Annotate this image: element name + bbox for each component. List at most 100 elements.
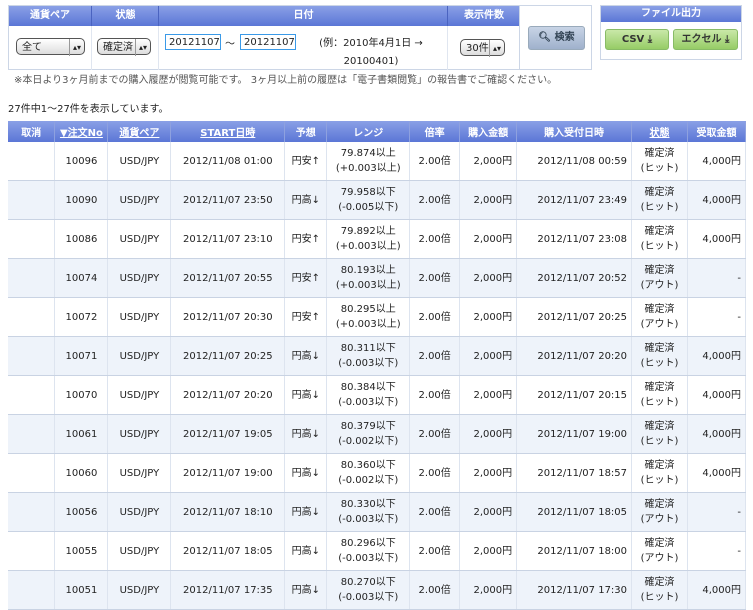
purchase-amount: 2,000円 bbox=[459, 219, 518, 259]
column-header-label: 倍率 bbox=[424, 128, 445, 139]
status-header: 状態 bbox=[91, 6, 159, 26]
start-time: 2012/11/08 01:00 bbox=[170, 142, 286, 181]
filter-panel: 通貨ペア 状態 日付 表示件数 全て ▴▾ 確定済 ▴▾ 20121107 〜 20… bbox=[8, 5, 592, 70]
pair-text: USD/JPY bbox=[119, 545, 160, 557]
date-tilde: 〜 bbox=[225, 39, 235, 50]
payout: 4,000円 bbox=[687, 375, 747, 415]
cancel-cell bbox=[8, 570, 56, 610]
status-select[interactable]: 確定済 ▴▾ bbox=[97, 38, 151, 56]
multiplier-text: 2.00倍 bbox=[418, 467, 451, 479]
result-summary: 27件中1〜27件を表示しています。 bbox=[8, 104, 169, 115]
prediction: 円高↓ bbox=[284, 336, 328, 376]
start-time-text: 2012/11/07 20:20 bbox=[183, 389, 273, 401]
multiplier-text: 2.00倍 bbox=[418, 233, 451, 245]
date-from-input[interactable]: 20121107 bbox=[165, 34, 221, 50]
order-no: 10051 bbox=[54, 570, 109, 610]
column-header: 取消 bbox=[8, 121, 56, 142]
accepted-time: 2012/11/07 20:20 bbox=[516, 336, 633, 376]
range-text: (-0.003以下) bbox=[338, 514, 399, 525]
pair: USD/JPY bbox=[107, 492, 172, 532]
cancel-cell bbox=[8, 258, 56, 298]
payout-text: 4,000円 bbox=[702, 428, 741, 440]
start-time: 2012/11/07 20:25 bbox=[170, 336, 286, 376]
column-header-label: 予想 bbox=[295, 128, 316, 139]
accepted-time: 2012/11/07 18:57 bbox=[516, 453, 633, 493]
status-text: 確定済 bbox=[644, 304, 675, 315]
order-no-text: 10061 bbox=[65, 428, 98, 440]
prediction: 円高↓ bbox=[284, 414, 328, 454]
accepted-time: 2012/11/07 19:00 bbox=[516, 414, 633, 454]
column-header: 予想 bbox=[284, 121, 328, 142]
select-arrows-icon: ▴▾ bbox=[68, 39, 81, 56]
accepted-time-text: 2012/11/08 00:59 bbox=[537, 155, 628, 167]
status: 確定済 (ヒット) bbox=[631, 219, 688, 259]
accepted-time-text: 2012/11/07 20:52 bbox=[537, 272, 628, 284]
multiplier: 2.00倍 bbox=[409, 258, 461, 298]
column-header[interactable]: 状態 bbox=[631, 121, 688, 142]
status-text: 確定済 bbox=[644, 187, 675, 198]
prediction: 円安↑ bbox=[284, 258, 328, 298]
cancel-cell bbox=[8, 375, 56, 415]
payout: 4,000円 bbox=[687, 219, 747, 259]
range-text: (-0.003以下) bbox=[338, 397, 399, 408]
pair: USD/JPY bbox=[107, 219, 172, 259]
pair-text: USD/JPY bbox=[119, 467, 160, 479]
table-row: 10090 USD/JPY 2012/11/07 23:50 円高↓ 79.958以下 (… bbox=[8, 180, 747, 220]
prediction-text: 円安↑ bbox=[291, 155, 320, 167]
pair-select[interactable]: 全て ▴▾ bbox=[16, 38, 85, 56]
column-header[interactable]: START日時 bbox=[170, 121, 286, 142]
multiplier-text: 2.00倍 bbox=[418, 545, 451, 557]
accepted-time: 2012/11/07 20:25 bbox=[516, 297, 633, 337]
range: 79.958以下 (-0.005以下) bbox=[326, 180, 411, 220]
payout-text: 4,000円 bbox=[702, 389, 741, 401]
status: 確定済 (ヒット) bbox=[631, 453, 688, 493]
count-select[interactable]: 30件 ▴▾ bbox=[460, 39, 505, 57]
column-header: 受取金額 bbox=[687, 121, 747, 142]
purchase-amount-text: 2,000円 bbox=[473, 194, 513, 206]
multiplier-text: 2.00倍 bbox=[418, 194, 451, 206]
multiplier-text: 2.00倍 bbox=[418, 272, 451, 284]
start-time-text: 2012/11/07 20:30 bbox=[183, 311, 273, 323]
start-time-text: 2012/11/07 20:25 bbox=[183, 350, 273, 362]
multiplier: 2.00倍 bbox=[409, 219, 461, 259]
payout-text: 4,000円 bbox=[702, 350, 741, 362]
cancel-cell bbox=[8, 180, 56, 220]
accepted-time-text: 2012/11/07 20:15 bbox=[537, 389, 628, 401]
start-time-text: 2012/11/08 01:00 bbox=[183, 155, 273, 167]
range-text: 80.270以下 bbox=[340, 577, 396, 588]
accepted-time: 2012/11/07 18:00 bbox=[516, 531, 633, 571]
status-text: (アウト) bbox=[640, 280, 679, 291]
column-header-label: ▼注文No bbox=[59, 128, 103, 139]
select-arrows-icon: ▴▾ bbox=[134, 39, 147, 56]
range: 80.360以下 (-0.002以下) bbox=[326, 453, 411, 493]
status-text: 確定済 bbox=[644, 421, 675, 432]
start-time-text: 2012/11/07 18:10 bbox=[183, 506, 273, 518]
payout-text: 4,000円 bbox=[702, 467, 741, 479]
search-button[interactable]: 🔍︎ 検索 bbox=[528, 26, 585, 50]
csv-button[interactable]: CSV ⤓ bbox=[605, 29, 669, 50]
date-to-input[interactable]: 20121107 bbox=[240, 34, 296, 50]
status-text: (ヒット) bbox=[640, 241, 679, 252]
csv-label: CSV bbox=[621, 34, 645, 45]
payout: - bbox=[687, 258, 747, 298]
prediction: 円安↑ bbox=[284, 219, 328, 259]
range: 80.311以下 (-0.003以下) bbox=[326, 336, 411, 376]
payout: 4,000円 bbox=[687, 570, 747, 610]
status: 確定済 (ヒット) bbox=[631, 142, 688, 181]
pair: USD/JPY bbox=[107, 375, 172, 415]
column-header[interactable]: ▼注文No bbox=[54, 121, 109, 142]
order-no: 10071 bbox=[54, 336, 109, 376]
cancel-cell bbox=[8, 492, 56, 532]
excel-button[interactable]: エクセル ⤓ bbox=[673, 29, 738, 50]
status-text: (ヒット) bbox=[640, 358, 679, 369]
start-time: 2012/11/07 19:00 bbox=[170, 453, 286, 493]
history-table: 取消 ▼注文No 通貨ペア START日時 予想 レンジ 倍率 購入金額 購入受付日時 状態 受取金… bbox=[8, 121, 747, 610]
pair-text: USD/JPY bbox=[119, 350, 160, 362]
payout-text: 4,000円 bbox=[702, 233, 741, 245]
order-no: 10056 bbox=[54, 492, 109, 532]
range-text: (-0.005以下) bbox=[338, 202, 399, 213]
pair: USD/JPY bbox=[107, 570, 172, 610]
cancel-cell bbox=[8, 414, 56, 454]
column-header[interactable]: 通貨ペア bbox=[107, 121, 172, 142]
download-icon: ⤓ bbox=[647, 34, 653, 45]
